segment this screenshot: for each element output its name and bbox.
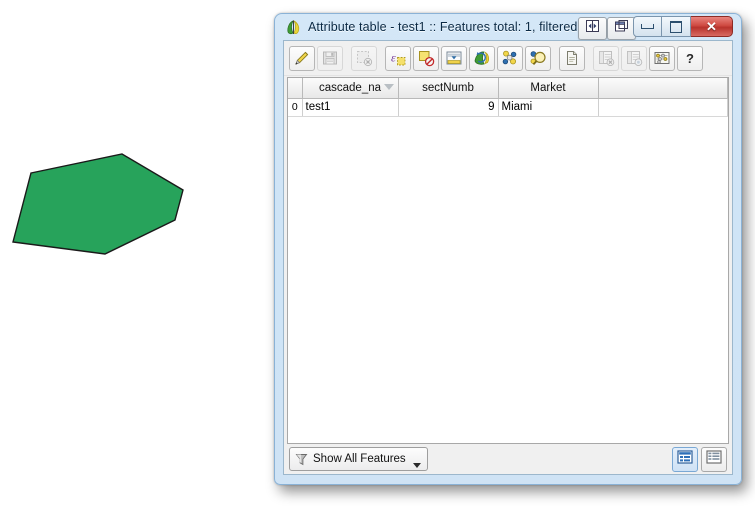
dock-button[interactable] bbox=[578, 17, 607, 40]
deselect-all-button[interactable] bbox=[351, 45, 377, 71]
field-calculator-icon bbox=[653, 49, 671, 67]
copy-rows-icon bbox=[563, 49, 581, 67]
move-to-top-icon bbox=[445, 49, 463, 67]
delete-selected-button[interactable] bbox=[593, 45, 619, 71]
toggle-editing-button[interactable] bbox=[289, 45, 315, 71]
minimize-button[interactable] bbox=[633, 16, 662, 37]
open-field-calculator-button[interactable] bbox=[649, 45, 675, 71]
row-index-cell[interactable]: 0 bbox=[288, 98, 303, 117]
column-header-sectnumb[interactable]: sectNumb bbox=[398, 78, 499, 99]
table-row[interactable]: 0 test1 9 Miami bbox=[288, 98, 728, 117]
window-client-area: ε ? cascade_na sectNumb Market 0 test1 9… bbox=[283, 40, 733, 475]
feature-polygon[interactable] bbox=[12, 153, 184, 255]
chevron-down-icon[interactable] bbox=[412, 463, 421, 468]
column-header-filler bbox=[598, 78, 728, 99]
view-mode-toggle-group bbox=[672, 446, 727, 472]
epsilon-icon: ε bbox=[389, 49, 407, 67]
toolbar-separator bbox=[586, 46, 592, 71]
form-view-icon bbox=[706, 449, 722, 469]
new-field-button[interactable] bbox=[621, 45, 647, 71]
zoom-to-selection-icon bbox=[529, 49, 547, 67]
invert-selection-button[interactable] bbox=[469, 45, 495, 71]
undock-window-icon bbox=[614, 19, 629, 38]
close-button[interactable]: ✕ bbox=[691, 16, 733, 37]
invert-selection-icon bbox=[473, 49, 491, 67]
help-button[interactable]: ? bbox=[677, 45, 703, 71]
table-view-icon bbox=[677, 449, 693, 469]
minimize-icon bbox=[641, 24, 654, 29]
cell-market[interactable]: Miami bbox=[498, 98, 599, 117]
new-field-icon bbox=[625, 49, 643, 67]
select-by-expression-button[interactable]: ε bbox=[385, 45, 411, 71]
pan-to-selection-icon bbox=[501, 49, 519, 67]
toolbar-separator bbox=[378, 46, 384, 71]
filter-features-label: Show All Features bbox=[313, 453, 406, 465]
qgis-logo-icon bbox=[285, 19, 302, 36]
floppy-disk-icon bbox=[321, 49, 339, 67]
attribute-table-toolbar: ε ? bbox=[284, 41, 732, 76]
cell-cascade-na[interactable]: test1 bbox=[302, 98, 399, 117]
move-selection-to-top-button[interactable] bbox=[441, 45, 467, 71]
deselect-icon bbox=[355, 49, 373, 67]
maximize-icon bbox=[670, 20, 682, 33]
funnel-icon bbox=[295, 453, 308, 466]
attribute-table-grid[interactable]: cascade_na sectNumb Market 0 test1 9 Mia… bbox=[287, 77, 729, 444]
undock-button[interactable] bbox=[607, 17, 636, 40]
pan-map-to-selection-button[interactable] bbox=[497, 45, 523, 71]
form-view-button[interactable] bbox=[701, 446, 727, 472]
zoom-map-to-selection-button[interactable] bbox=[525, 45, 551, 71]
sort-indicator-icon bbox=[383, 84, 394, 90]
yellow-square-icon bbox=[417, 49, 435, 67]
column-header-cascade-na[interactable]: cascade_na bbox=[302, 78, 399, 99]
svg-text:ε: ε bbox=[391, 51, 396, 65]
copy-selected-rows-button[interactable] bbox=[559, 45, 585, 71]
delete-column-icon bbox=[597, 49, 615, 67]
maximize-button[interactable] bbox=[662, 16, 691, 37]
save-edits-button[interactable] bbox=[317, 45, 343, 71]
toolbar-separator bbox=[552, 46, 558, 71]
cell-sectnumb[interactable]: 9 bbox=[398, 98, 499, 117]
table-view-button[interactable] bbox=[672, 446, 698, 472]
dock-panel-icon bbox=[585, 19, 600, 38]
select-by-form-button[interactable] bbox=[413, 45, 439, 71]
attribute-table-status-bar: Show All Features bbox=[284, 444, 732, 474]
close-icon: ✕ bbox=[706, 19, 717, 34]
window-title-bar[interactable]: Attribute table - test1 :: Features tota… bbox=[278, 14, 738, 40]
window-controls[interactable]: ✕ bbox=[633, 16, 733, 37]
pencil-icon bbox=[293, 49, 311, 67]
column-header-market[interactable]: Market bbox=[498, 78, 599, 99]
cell-filler bbox=[598, 98, 728, 117]
filter-features-button[interactable]: Show All Features bbox=[289, 447, 428, 471]
toolbar-separator bbox=[344, 46, 350, 71]
table-corner-header[interactable] bbox=[288, 78, 303, 99]
table-header-row: cascade_na sectNumb Market bbox=[288, 78, 728, 99]
attribute-table-window[interactable]: Attribute table - test1 :: Features tota… bbox=[274, 13, 742, 485]
question-mark-icon: ? bbox=[686, 50, 694, 66]
